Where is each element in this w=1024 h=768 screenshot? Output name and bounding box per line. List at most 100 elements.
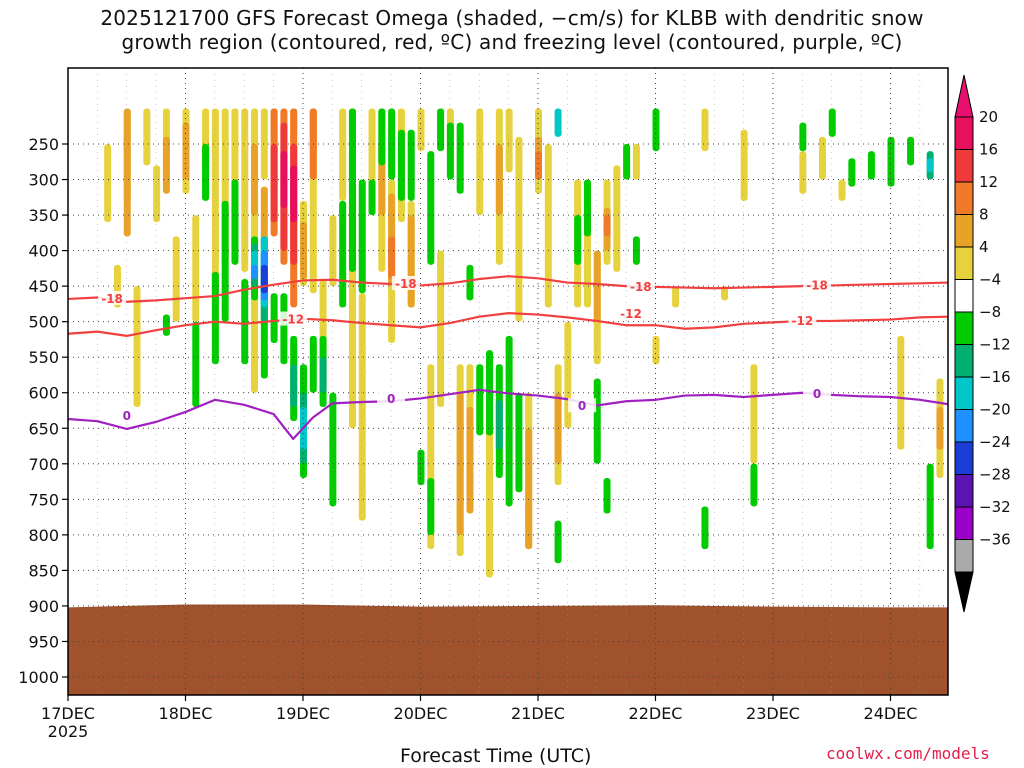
omega-cell [495, 144, 503, 216]
omega-cell [456, 122, 464, 194]
omega-cell [466, 406, 474, 514]
omega-cell [133, 286, 141, 407]
omega-cell [476, 364, 484, 436]
omega-cell [544, 144, 552, 308]
colorbar-top-arrow [954, 74, 974, 118]
y-tick-label: 250 [28, 135, 59, 154]
omega-cell [182, 122, 190, 180]
colorbar-label: −24 [979, 433, 1011, 451]
colorbar-label: 8 [979, 206, 989, 224]
omega-cell [417, 449, 425, 486]
omega-cell [339, 200, 347, 308]
omega-cell [407, 215, 415, 308]
omega-cell [740, 129, 748, 201]
omega-cell [329, 215, 337, 287]
x-tick-label: 18DEC [159, 704, 213, 723]
y-tick-label: 650 [28, 419, 59, 438]
colorbar: 20 16 12 8 4 −4 −8 −12 −16 −20 −24 −28 −32 −36 [954, 74, 1011, 613]
colorbar-swatch [954, 376, 974, 410]
omega-cell [495, 399, 503, 450]
contour-label: 0 [578, 399, 586, 413]
omega-cell [437, 108, 445, 152]
omega-cell [251, 264, 259, 280]
omega-cell [368, 179, 376, 216]
colorbar-label: −12 [979, 336, 1011, 354]
omega-cell [153, 165, 161, 223]
omega-cell [192, 321, 200, 407]
omega-cell [358, 293, 366, 521]
omega-cell [290, 165, 298, 223]
omega-cell [505, 108, 513, 173]
omega-cell [290, 364, 298, 407]
colorbar-label: 4 [979, 238, 989, 256]
omega-cell [221, 200, 229, 322]
omega-cell [241, 108, 249, 272]
omega-cell [417, 108, 425, 152]
omega-cell [192, 215, 200, 322]
colorbar-label: −28 [979, 466, 1011, 484]
omega-cell [828, 108, 836, 137]
omega-cell [603, 478, 611, 514]
omega-cell [818, 136, 826, 180]
omega-cell [486, 350, 494, 436]
credit-link[interactable]: coolwx.com/models [826, 744, 990, 763]
colorbar-label: −4 [979, 271, 1001, 289]
omega-cell [593, 250, 601, 322]
omega-cell [437, 250, 445, 407]
y-tick-label: 450 [28, 277, 59, 296]
omega-cell [348, 108, 356, 272]
omega-cell [613, 165, 621, 272]
omega-cell [251, 144, 259, 216]
omega-cell [936, 406, 944, 450]
colorbar-swatch [954, 539, 974, 573]
x-tick-label: 20DEC [394, 704, 448, 723]
contour-label: -12 [282, 313, 304, 327]
ground-area [68, 604, 948, 695]
contour-label: -12 [792, 314, 814, 328]
omega-cell [701, 108, 709, 152]
omega-cell [162, 314, 170, 336]
colorbar-swatch [954, 474, 974, 508]
omega-cell [476, 108, 484, 216]
omega-cell [848, 158, 856, 187]
colorbar-label: −8 [979, 303, 1001, 321]
omega-cell [319, 357, 327, 393]
colorbar-swatch [954, 116, 974, 150]
omega-cell [926, 158, 934, 173]
x-tick-label: 24DEC [864, 704, 918, 723]
colorbar-label: −36 [979, 531, 1011, 549]
y-tick-label: 850 [28, 561, 59, 580]
chart-canvas: -18-18 -18 -18-12 -12-120000 25030035040045… [18, 67, 1011, 741]
omega-cell [750, 364, 758, 464]
y-tick-label: 800 [28, 526, 59, 545]
y-tick-label: 300 [28, 171, 59, 190]
omega-cell [466, 264, 474, 301]
y-tick-label: 400 [28, 242, 59, 261]
omega-cell [515, 136, 523, 322]
x-tick-label: 19DEC [276, 704, 330, 723]
colorbar-swatch [954, 214, 974, 248]
omega-cell [446, 122, 454, 180]
omega-cell [260, 264, 268, 294]
contour-label: -18 [395, 277, 417, 291]
omega-cell [652, 335, 660, 365]
colorbar-swatch [954, 181, 974, 215]
y-tick-label: 700 [28, 455, 59, 474]
y-tick-label: 600 [28, 384, 59, 403]
omega-cell [202, 144, 210, 201]
contour-label: 0 [813, 387, 821, 401]
colorbar-label: −32 [979, 498, 1011, 516]
omega-cell [211, 108, 219, 301]
omega-cell [270, 144, 278, 223]
omega-cell [652, 108, 660, 152]
omega-cell [172, 236, 180, 322]
omega-cell [143, 108, 151, 166]
omega-cell [358, 179, 366, 294]
ground-layer [68, 604, 948, 695]
omega-cell [583, 179, 591, 237]
omega-cell [231, 179, 239, 265]
omega-cell [407, 129, 415, 201]
y-tick-label: 750 [28, 490, 59, 509]
omega-cell [799, 122, 807, 152]
colorbar-swatch [954, 149, 974, 183]
